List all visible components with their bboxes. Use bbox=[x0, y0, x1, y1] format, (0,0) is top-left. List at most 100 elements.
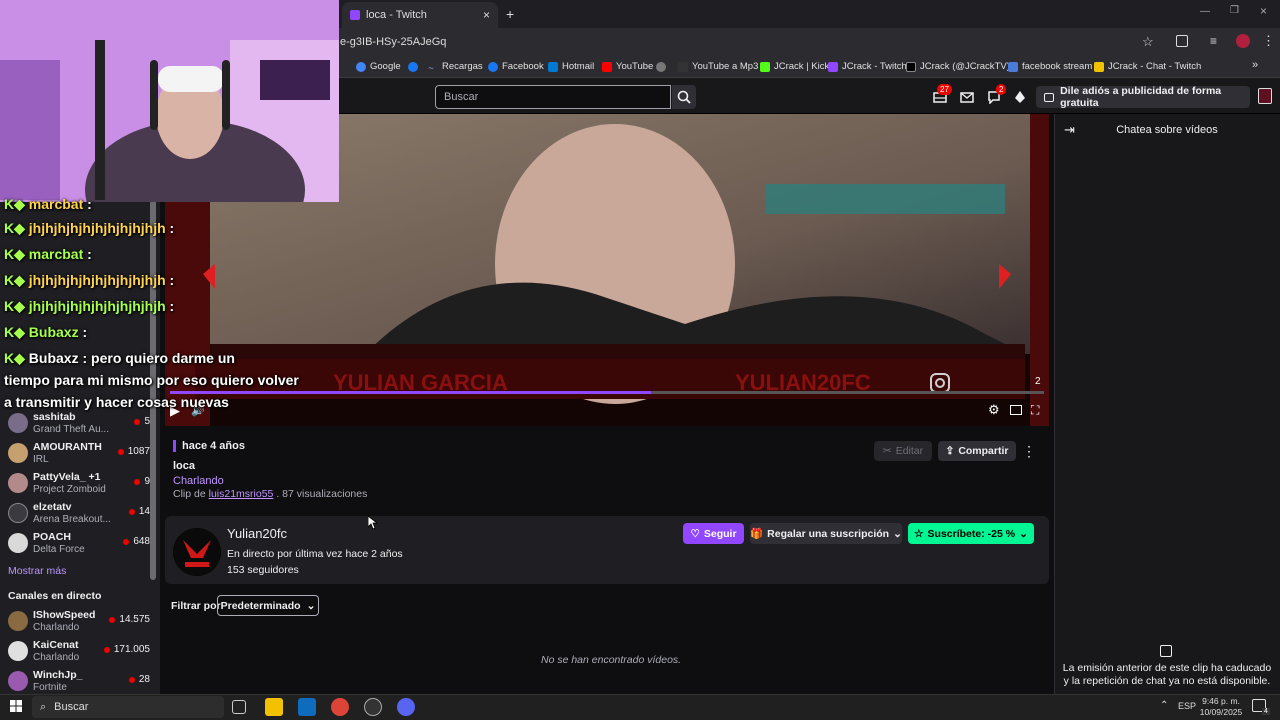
live-dot-icon bbox=[103, 646, 110, 653]
restore-icon[interactable]: ❐ bbox=[1230, 5, 1239, 16]
video-counter: 2 bbox=[1035, 376, 1041, 387]
file-explorer-icon[interactable] bbox=[265, 698, 283, 716]
bookmark-google[interactable]: Google bbox=[356, 60, 401, 74]
overlay-chat-line: K◆ Bubaxz : bbox=[4, 324, 88, 340]
taskbar-language[interactable]: ESP bbox=[1178, 701, 1196, 711]
ad-free-icon bbox=[1044, 92, 1055, 102]
search-button[interactable] bbox=[672, 85, 696, 109]
sidebar-channel-winchjp[interactable]: WinchJp_ Fortnite 28 bbox=[0, 666, 150, 694]
follow-button[interactable]: ♡ Seguir bbox=[683, 523, 744, 544]
scissors-icon: ✂ bbox=[882, 445, 892, 457]
subscribe-button[interactable]: ☆ Suscríbete: -25 % ⌄ bbox=[908, 523, 1034, 544]
share-button[interactable]: ⇪ Compartir bbox=[938, 441, 1016, 461]
theatre-mode-icon[interactable] bbox=[1010, 405, 1022, 415]
minimize-icon[interactable]: — bbox=[1200, 6, 1210, 17]
overlay-chat-line: K◆ Bubaxz : pero quiero darme un bbox=[4, 350, 235, 366]
filter-select[interactable]: Predeterminado ⌄ bbox=[217, 595, 319, 616]
edit-button[interactable]: ✂ Editar bbox=[874, 441, 932, 461]
chat-unavailable-message: La emisión anterior de este clip ha cadu… bbox=[1062, 662, 1272, 687]
clip-age: hace 4 años bbox=[173, 440, 245, 452]
taskbar-search[interactable]: ⌕ Buscar bbox=[32, 696, 224, 718]
sidebar-scrollbar[interactable] bbox=[150, 200, 156, 580]
windows-start-icon[interactable] bbox=[10, 700, 22, 712]
chrome-icon[interactable] bbox=[331, 698, 349, 716]
extensions-icon[interactable] bbox=[1176, 35, 1188, 47]
live-channels-header: Canales en directo bbox=[8, 590, 102, 602]
chevron-down-icon: ⌄ bbox=[306, 599, 316, 612]
live-dot-icon bbox=[134, 478, 141, 485]
channel-name[interactable]: Yulian20fc bbox=[227, 526, 287, 541]
browser-tab-active[interactable]: loca - Twitch × bbox=[342, 2, 498, 28]
task-view-icon[interactable] bbox=[232, 700, 246, 714]
overlay-chat-line: tiempo para mi mismo por eso quiero volv… bbox=[4, 372, 299, 388]
channel-avatar[interactable] bbox=[173, 528, 221, 576]
overlay-chat-line: K◆ marcbat : bbox=[4, 196, 92, 212]
clip-author-link[interactable]: luis21msrio55 bbox=[209, 488, 274, 500]
show-more-link[interactable]: Mostrar más bbox=[8, 565, 66, 577]
gift-icon: 🎁 bbox=[750, 528, 764, 540]
bookmark-facebook-stream[interactable]: facebook stream bbox=[1008, 60, 1092, 74]
clip-category-link[interactable]: Charlando bbox=[173, 475, 224, 487]
discord-icon[interactable] bbox=[397, 698, 415, 716]
clip-credit: Clip de luis21msrio55 . 87 visualizacion… bbox=[173, 488, 368, 500]
share-icon: ⇪ bbox=[945, 445, 955, 457]
bookmark-facebook-icon-only[interactable] bbox=[408, 60, 418, 74]
bookmark-youtube[interactable]: YouTube bbox=[602, 60, 653, 74]
avatar bbox=[8, 413, 28, 433]
sidebar-channel-pattyvela[interactable]: PattyVela_ +1 Project Zomboid 9 bbox=[0, 468, 150, 498]
sidebar-channel-kaicenat[interactable]: KaiCenat Charlando 171.005 bbox=[0, 636, 150, 666]
bookmark-jcrack-chat[interactable]: JCrack - Chat - Twitch bbox=[1094, 60, 1201, 74]
chevron-down-icon: ⌄ bbox=[1019, 527, 1028, 540]
outlook-icon[interactable] bbox=[298, 698, 316, 716]
mouse-cursor-icon bbox=[368, 516, 378, 530]
bookmark-hotmail[interactable]: Hotmail bbox=[548, 60, 594, 74]
overlay-chat-line: a transmitir y hacer cosas nuevas bbox=[4, 394, 229, 410]
sidebar-channel-amouranth[interactable]: AMOURANTH IRL 1087 bbox=[0, 438, 150, 468]
bookmark-jcrack-kick[interactable]: JCrack | Kick bbox=[760, 60, 829, 74]
media-icon[interactable]: ≡ bbox=[1210, 34, 1217, 48]
sidebar-channel-ishowspeed[interactable]: IShowSpeed Charlando 14.575 bbox=[0, 606, 150, 636]
star-icon: ☆ bbox=[914, 527, 924, 540]
sidebar-channel-poach[interactable]: POACH Delta Force 648 bbox=[0, 528, 150, 558]
overlay-chat-line: K◆ jhjhjhjhjhjhjhjhjhjhjh : bbox=[4, 220, 175, 236]
bookmarks-overflow-icon[interactable]: » bbox=[1252, 59, 1258, 71]
taskbar-clock[interactable]: 9:46 p. m. 10/09/2025 bbox=[1196, 696, 1246, 718]
browser-menu-icon[interactable]: ⋮ bbox=[1262, 33, 1275, 49]
bookmark-jcrack-x[interactable]: JCrack (@JCrackTV)... bbox=[906, 60, 1018, 74]
sidebar-channel-sashitab[interactable]: sashitab Grand Theft Au... 5 bbox=[0, 408, 150, 438]
bookmark-jcrack-twitch[interactable]: JCrack - Twitch bbox=[828, 60, 907, 74]
mail-icon[interactable] bbox=[960, 90, 974, 104]
gift-sub-button[interactable]: 🎁 Regalar una suscripción ⌄ bbox=[750, 523, 902, 544]
close-tab-icon[interactable]: × bbox=[483, 8, 490, 22]
tab-title: loca - Twitch bbox=[366, 9, 427, 21]
obs-icon[interactable] bbox=[364, 698, 382, 716]
overlay-chat-line: K◆ jhjhjhjhjhjhjhjhjhjhjh : bbox=[4, 298, 175, 314]
channel-logo-icon bbox=[173, 528, 221, 576]
bits-icon[interactable] bbox=[1013, 90, 1027, 104]
bookmark-facebook[interactable]: Facebook bbox=[488, 60, 544, 74]
overlay-chat-line: K◆ jhjhjhjhjhjhjhjhjhjhjh : bbox=[4, 272, 175, 288]
bookmark-globe-icon[interactable] bbox=[656, 60, 666, 74]
tray-chevron-icon[interactable]: ⌃ bbox=[1160, 700, 1168, 711]
live-dot-icon bbox=[117, 448, 124, 455]
avatar bbox=[8, 611, 28, 631]
close-window-icon[interactable]: × bbox=[1260, 4, 1267, 18]
bookmark-star-icon[interactable]: ☆ bbox=[1142, 34, 1154, 50]
url-field[interactable]: e-g3IB-HSy-25AJeGq bbox=[340, 32, 446, 52]
more-options-icon[interactable]: ⋮ bbox=[1022, 443, 1036, 459]
new-tab-button[interactable]: + bbox=[506, 6, 514, 22]
profile-icon[interactable] bbox=[1236, 34, 1250, 48]
bookmark-recargas[interactable]: ~ Recargas bbox=[428, 60, 483, 74]
bookmark-youtube-mp3[interactable]: YouTube a Mp3 bbox=[678, 60, 758, 74]
channel-followers: 153 seguidores bbox=[227, 564, 299, 576]
settings-gear-icon[interactable]: ⚙ bbox=[988, 402, 1000, 418]
twitch-favicon-icon bbox=[350, 10, 360, 20]
ad-free-button[interactable]: Dile adiós a publicidad de forma gratuit… bbox=[1036, 85, 1250, 109]
fullscreen-icon[interactable]: ⛶ bbox=[1031, 403, 1039, 418]
avatar bbox=[8, 503, 28, 523]
sidebar-channel-elzetatv[interactable]: elzetatv Arena Breakout... 14 bbox=[0, 498, 150, 528]
search-input[interactable]: Buscar bbox=[435, 85, 671, 109]
channel-last-live: En directo por última vez hace 2 años bbox=[227, 548, 403, 560]
user-avatar[interactable] bbox=[1258, 88, 1272, 104]
notifications-count: 4 bbox=[1262, 708, 1270, 715]
